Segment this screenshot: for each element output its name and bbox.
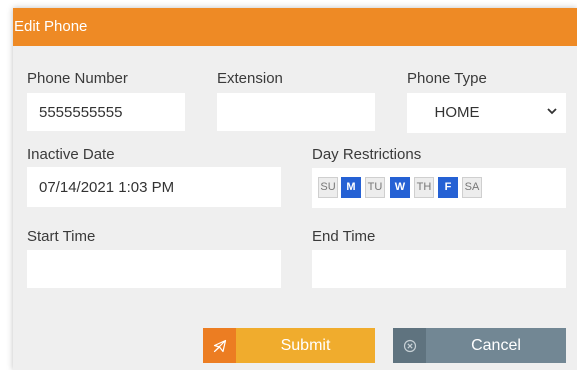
end-time-label: End Time [312, 228, 376, 245]
cancel-button[interactable]: Cancel [393, 328, 566, 363]
submit-button[interactable]: Submit [203, 328, 375, 363]
edit-phone-dialog: Edit Phone Phone Number Extension Phone … [13, 8, 577, 370]
phone-type-value: HOME [434, 104, 480, 121]
start-time-input[interactable] [27, 250, 281, 288]
cancel-button-label: Cancel [471, 337, 521, 354]
day-thursday[interactable]: TH [414, 177, 434, 198]
submit-button-label: Submit [280, 337, 331, 354]
extension-label: Extension [217, 70, 283, 87]
day-wednesday[interactable]: W [390, 177, 410, 198]
day-tuesday[interactable]: TU [365, 177, 385, 198]
day-saturday[interactable]: SA [462, 177, 482, 198]
inactive-date-input[interactable] [27, 167, 281, 207]
phone-number-label: Phone Number [27, 70, 128, 87]
start-time-label: Start Time [27, 228, 96, 245]
inactive-date-label: Inactive Date [27, 146, 115, 163]
day-monday[interactable]: M [341, 177, 361, 198]
dialog-title: Edit Phone [13, 8, 577, 46]
chevron-down-icon [547, 108, 557, 115]
day-restrictions-picker: SU M TU W TH F SA [312, 168, 566, 208]
day-restrictions-label: Day Restrictions [312, 146, 422, 163]
end-time-input[interactable] [312, 250, 566, 288]
extension-input[interactable] [217, 93, 375, 131]
day-sunday[interactable]: SU [318, 177, 338, 198]
phone-type-select[interactable]: HOME [407, 93, 566, 133]
day-friday[interactable]: F [438, 177, 458, 198]
close-circle-icon [393, 328, 426, 363]
phone-type-label: Phone Type [407, 70, 487, 87]
phone-number-input[interactable] [27, 93, 185, 131]
paper-plane-icon [203, 328, 236, 363]
